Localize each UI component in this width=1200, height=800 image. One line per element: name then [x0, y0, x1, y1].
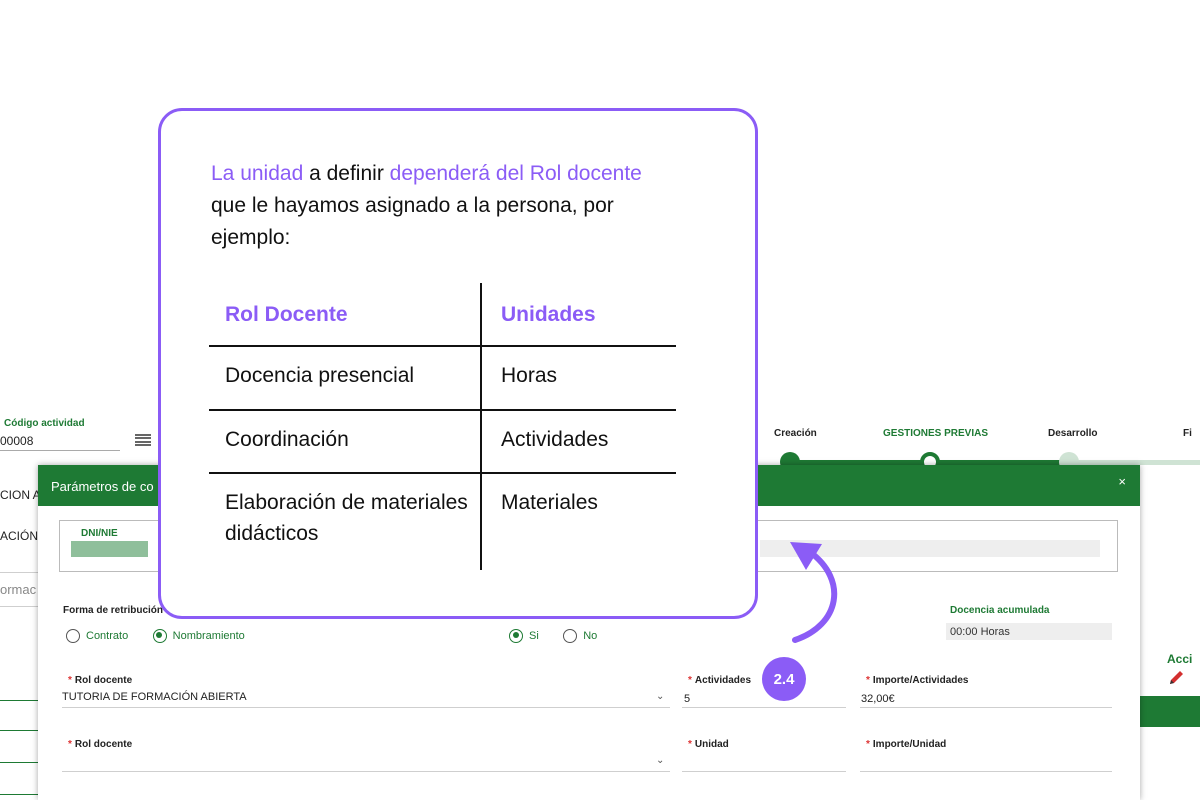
radio-si-label: Si: [529, 629, 539, 642]
col-header-rol: Rol Docente: [225, 303, 348, 326]
rol-docente-1-underline: [62, 707, 670, 708]
intro-text-2: que le hayamos asignado a la persona, po…: [211, 194, 614, 249]
intro-highlight-1: La unidad: [211, 162, 304, 185]
codigo-actividad-value: 00008: [0, 434, 34, 448]
actividades-input[interactable]: 5: [684, 693, 690, 705]
close-icon[interactable]: ×: [1118, 474, 1126, 489]
table-vertical-divider: [480, 283, 482, 570]
si-no-group: Si No: [509, 627, 597, 645]
acciones-header: Acci: [1167, 652, 1193, 666]
intro-text-1: a definir: [303, 162, 390, 185]
bg-green-bar: [1140, 696, 1200, 727]
modal-title: Parámetros de co: [51, 479, 154, 494]
bg-divider-1: [0, 572, 38, 573]
radio-si[interactable]: [509, 628, 523, 643]
rol-docente-2-label: * Rol docente: [68, 739, 133, 750]
list-icon[interactable]: [135, 434, 151, 446]
card-intro-text: La unidad a definir dependerá del Rol do…: [211, 158, 681, 254]
importe-actividades-underline: [860, 707, 1112, 708]
dni-value-masked: [71, 541, 148, 557]
unidad-label: * Unidad: [688, 739, 729, 750]
actividades-underline: [682, 707, 846, 708]
row-3-unidad: Materiales: [501, 491, 598, 514]
truncated-label-3: ormac: [0, 582, 37, 597]
step-gestiones-previas[interactable]: GESTIONES PREVIAS: [883, 428, 988, 439]
bg-green-line-2: [0, 730, 38, 731]
row-1-unidad: Horas: [501, 364, 558, 387]
bg-divider-2: [0, 606, 38, 607]
chevron-down-icon-2[interactable]: ⌄: [656, 755, 664, 766]
radio-nombramiento-label: Nombramiento: [172, 629, 245, 642]
radio-contrato[interactable]: [66, 628, 80, 643]
radio-contrato-label: Contrato: [86, 629, 129, 642]
row-3-rol: Elaboración de materiales didácticos: [225, 491, 468, 545]
importe-actividades-input[interactable]: 32,00€: [861, 693, 895, 705]
docencia-acumulada-label: Docencia acumulada: [950, 605, 1050, 616]
table-divider-3: [209, 472, 676, 474]
truncated-label-1: CION A: [0, 488, 41, 502]
table-divider-2: [209, 409, 676, 411]
importe-actividades-label: * Importe/Actividades: [866, 675, 969, 686]
importe-unidad-label: * Importe/Unidad: [866, 739, 947, 750]
bg-green-line-3: [0, 762, 38, 763]
bg-green-line-4: [0, 794, 38, 795]
edit-pencil-icon[interactable]: [1168, 670, 1186, 691]
codigo-actividad-label: Código actividad: [4, 418, 85, 429]
step-badge: 2.4: [762, 657, 806, 701]
step-creacion[interactable]: Creación: [774, 428, 817, 439]
table-divider-1: [209, 345, 676, 347]
forma-retribucion-label: Forma de retribución: [63, 605, 164, 616]
rol-docente-2-underline[interactable]: [62, 771, 670, 772]
explanation-card: La unidad a definir dependerá del Rol do…: [158, 108, 758, 619]
intro-highlight-2: dependerá del Rol docente: [389, 162, 642, 185]
codigo-underline: [0, 450, 120, 451]
rol-docente-1-select[interactable]: TUTORIA DE FORMACIÓN ABIERTA: [62, 691, 247, 703]
row-1-rol: Docencia presencial: [225, 364, 415, 387]
radio-no[interactable]: [563, 628, 578, 643]
actividades-label: * Actividades: [688, 675, 752, 686]
row-2-unidad: Actividades: [501, 428, 609, 451]
forma-retribucion-group: Contrato Nombramiento: [66, 627, 245, 645]
step-fin[interactable]: Fi: [1183, 428, 1192, 439]
importe-unidad-input[interactable]: [860, 771, 1112, 772]
curved-arrow-icon: [790, 542, 838, 643]
docencia-acumulada-value: 00:00 Horas: [946, 623, 1112, 640]
rol-docente-1-label: * Rol docente: [68, 675, 133, 686]
bg-green-line-1: [0, 700, 38, 701]
col-header-unidades: Unidades: [501, 303, 596, 326]
chevron-down-icon[interactable]: ⌄: [656, 691, 664, 702]
radio-nombramiento[interactable]: [152, 628, 167, 643]
row-2-rol: Coordinación: [225, 428, 349, 451]
dni-label: DNI/NIE: [81, 528, 118, 539]
radio-no-label: No: [583, 629, 598, 642]
unidad-input[interactable]: [682, 771, 846, 772]
step-desarrollo[interactable]: Desarrollo: [1048, 428, 1097, 439]
